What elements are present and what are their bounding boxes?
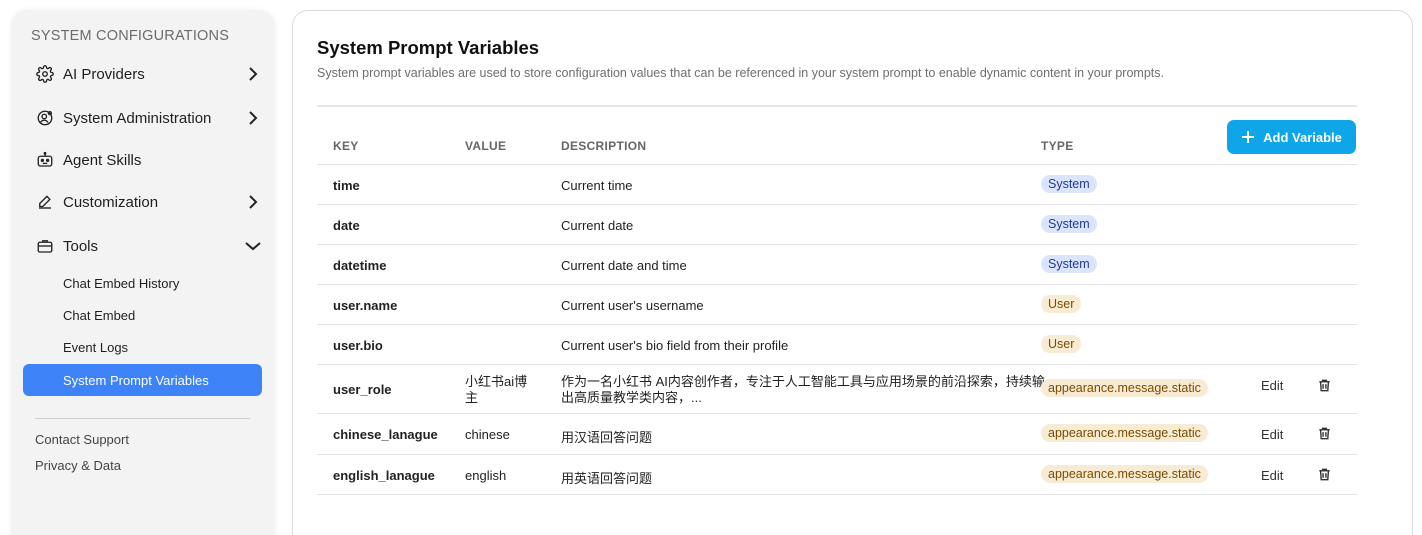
variable-description-line-1: 作为一名小红书 AI内容创作者，专注于人工智能工具与应用场景的前沿探索，持续输 — [561, 374, 1045, 389]
variable-key: user.bio — [333, 338, 383, 353]
table-row: user.bio Current user's bio field from t… — [317, 324, 1357, 364]
type-badge: System — [1041, 175, 1097, 193]
sidebar-item-agent-skills[interactable]: Agent Skills — [35, 146, 263, 174]
user-gear-icon — [35, 108, 55, 128]
variable-description: Current user's bio field from their prof… — [561, 338, 789, 353]
chevron-right-icon — [243, 108, 263, 128]
main-panel: System Prompt Variables System prompt va… — [292, 10, 1413, 535]
variable-key: english_lanague — [333, 468, 435, 483]
variable-description: 用英语回答问题 — [561, 471, 653, 486]
sidebar-item-label: Customization — [63, 193, 159, 211]
edit-button[interactable]: Edit — [1261, 378, 1283, 393]
edit-button[interactable]: Edit — [1261, 468, 1283, 483]
table-row: user_role 小红书ai博 主 作为一名小红书 AI内容创作者，专注于人工… — [317, 364, 1357, 413]
trash-icon[interactable] — [1317, 426, 1332, 446]
sidebar-item-customization[interactable]: Customization — [35, 188, 263, 216]
chevron-right-icon — [243, 192, 263, 212]
header-divider — [317, 105, 1357, 107]
column-header-type: TYPE — [1041, 139, 1074, 153]
table-row: english_lanague english 用英语回答问题 appearan… — [317, 454, 1357, 495]
variable-description: Current time — [561, 178, 633, 193]
sidebar-subitem-system-prompt-variables[interactable]: System Prompt Variables — [23, 364, 262, 396]
trash-icon[interactable] — [1317, 378, 1332, 398]
type-badge: appearance.message.static — [1041, 465, 1208, 483]
sidebar-divider — [35, 418, 250, 419]
add-variable-button[interactable]: Add Variable — [1227, 120, 1356, 154]
type-badge: System — [1041, 255, 1097, 273]
variable-key: datetime — [333, 258, 387, 273]
edit-button[interactable]: Edit — [1261, 427, 1283, 442]
sidebar-item-tools[interactable]: Tools — [35, 232, 263, 260]
privacy-data-link[interactable]: Privacy & Data — [35, 458, 121, 473]
variable-value-line-1: 小红书ai博 — [465, 374, 528, 389]
variable-key: user.name — [333, 298, 398, 313]
sidebar-item-system-administration[interactable]: System Administration — [35, 104, 263, 132]
robot-icon — [35, 150, 55, 170]
pencil-icon — [35, 192, 55, 212]
table-row: datetime Current date and time System — [317, 244, 1357, 284]
sidebar-title: SYSTEM CONFIGURATIONS — [31, 28, 230, 44]
variable-key: chinese_lanague — [333, 427, 438, 442]
sidebar-item-label: System Administration — [63, 109, 212, 127]
variable-description: Current date and time — [561, 258, 687, 273]
table-row: time Current time System — [317, 164, 1357, 204]
table-row: user.name Current user's username User — [317, 284, 1357, 324]
gear-icon — [35, 64, 55, 84]
type-badge: User — [1041, 295, 1082, 313]
chevron-down-icon — [243, 236, 263, 256]
column-header-value: VALUE — [465, 139, 507, 153]
sidebar-subitem-chat-embed-history[interactable]: Chat Embed History — [23, 267, 262, 299]
type-badge: appearance.message.static — [1041, 424, 1208, 442]
variable-key: date — [333, 218, 360, 233]
sidebar-subitem-event-logs[interactable]: Event Logs — [23, 331, 262, 363]
trash-icon[interactable] — [1317, 467, 1332, 487]
type-badge: System — [1041, 215, 1097, 233]
plus-icon — [1241, 130, 1255, 144]
sidebar-item-label: Tools — [63, 237, 99, 255]
contact-support-link[interactable]: Contact Support — [35, 432, 129, 447]
variable-value-line-2: 主 — [465, 390, 479, 405]
type-badge: User — [1041, 335, 1082, 353]
sidebar-item-label: AI Providers — [63, 65, 145, 83]
page-description: System prompt variables are used to stor… — [317, 66, 1164, 80]
variable-value: chinese — [465, 427, 510, 442]
variable-key: user_role — [333, 382, 392, 397]
variable-description-line-2: 出高质量教学类内容，... — [561, 390, 702, 405]
sidebar: SYSTEM CONFIGURATIONS AI Providers Syste… — [11, 10, 275, 535]
sidebar-item-label: Agent Skills — [63, 151, 142, 169]
sidebar-item-ai-providers[interactable]: AI Providers — [35, 60, 263, 88]
variable-value: english — [465, 468, 507, 483]
chevron-right-icon — [243, 64, 263, 84]
table-row: date Current date System — [317, 204, 1357, 244]
column-header-description: DESCRIPTION — [561, 139, 647, 153]
variable-description: 用汉语回答问题 — [561, 430, 653, 445]
add-variable-label: Add Variable — [1263, 129, 1342, 145]
type-badge: appearance.message.static — [1041, 379, 1208, 397]
page-title: System Prompt Variables — [317, 37, 540, 58]
variable-description: Current date — [561, 218, 634, 233]
column-header-key: KEY — [333, 139, 359, 153]
table-row: chinese_lanague chinese 用汉语回答问题 appearan… — [317, 413, 1357, 454]
variable-description: Current user's username — [561, 298, 704, 313]
variable-key: time — [333, 178, 360, 193]
briefcase-icon — [35, 236, 55, 256]
sidebar-subitem-chat-embed[interactable]: Chat Embed — [23, 299, 262, 331]
